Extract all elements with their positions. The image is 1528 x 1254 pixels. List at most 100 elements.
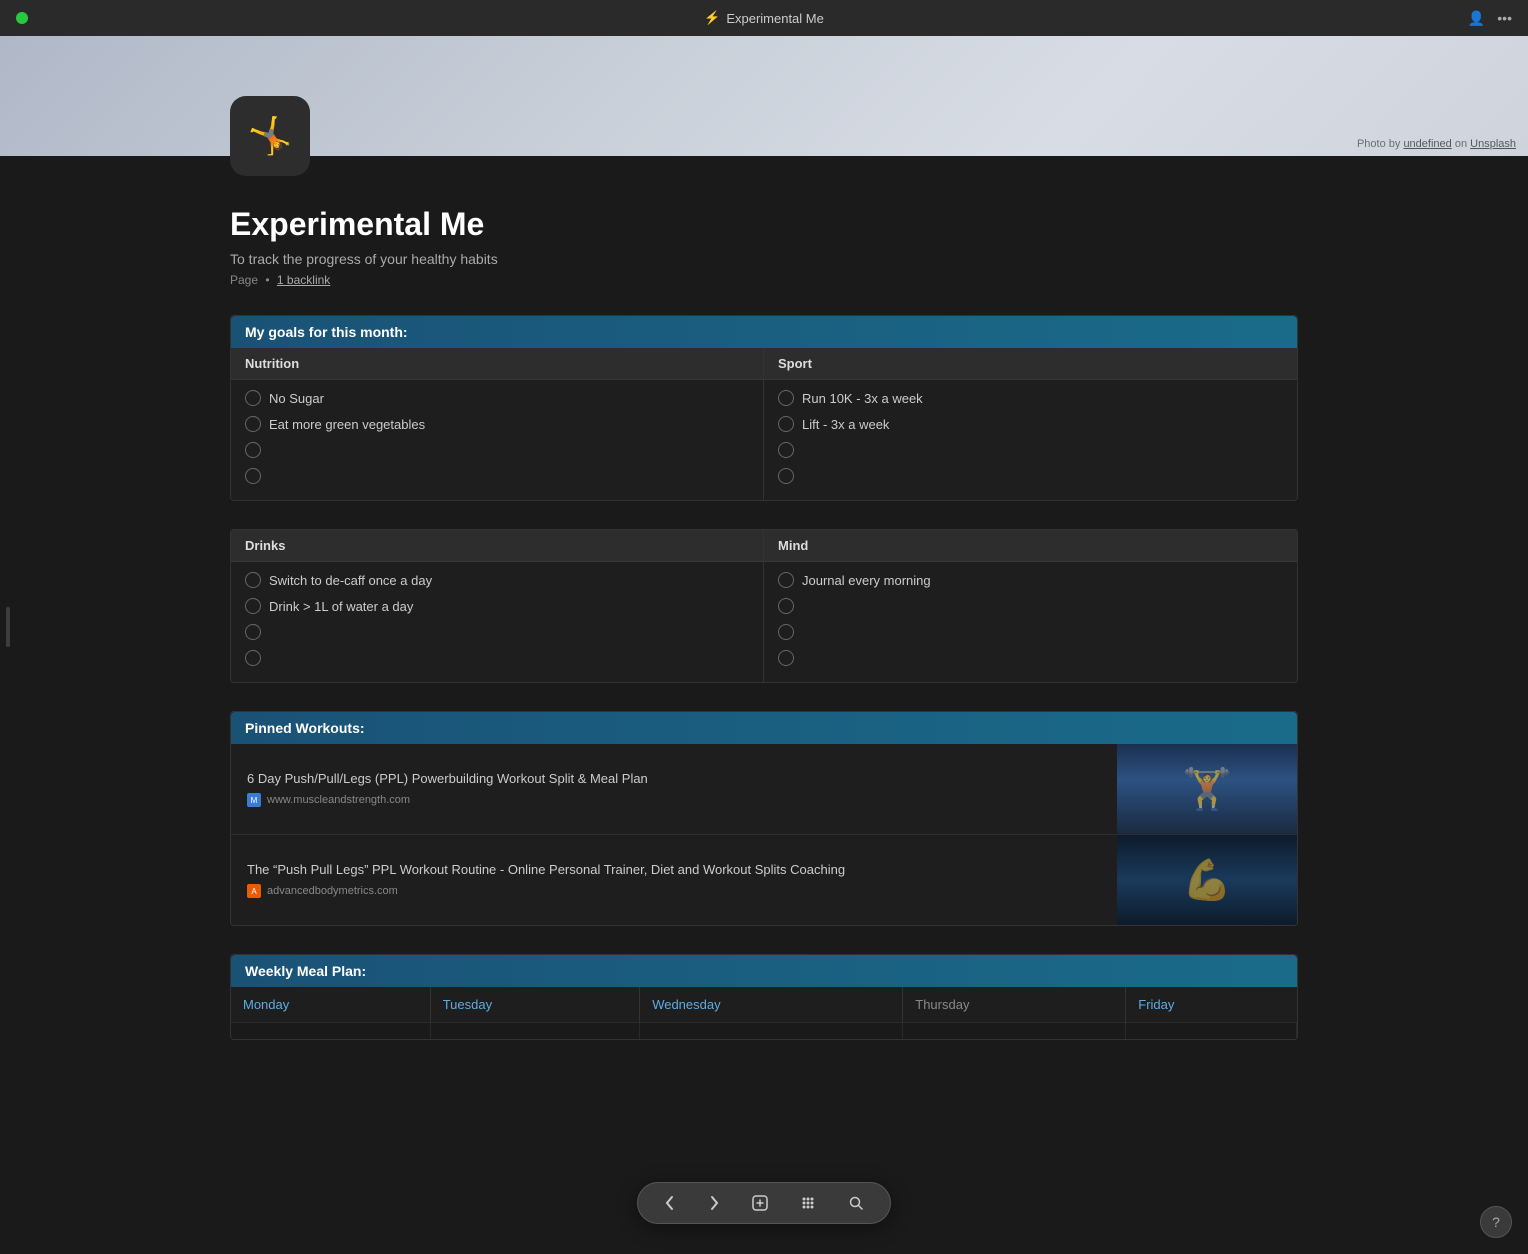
meal-cell[interactable] bbox=[231, 1023, 430, 1040]
list-item: Lift - 3x a week bbox=[778, 416, 1283, 432]
goals-section-2: Drinks Switch to de-caff once a day Drin… bbox=[230, 529, 1298, 683]
goal-checkbox[interactable] bbox=[245, 650, 261, 666]
add-button[interactable] bbox=[746, 1191, 774, 1215]
page-title: Experimental Me bbox=[230, 206, 1298, 243]
workout-info-1: 6 Day Push/Pull/Legs (PPL) Powerbuilding… bbox=[231, 744, 1117, 834]
goal-checkbox[interactable] bbox=[778, 442, 794, 458]
th-tuesday: Tuesday bbox=[430, 987, 639, 1023]
page-meta: Page • 1 backlink bbox=[230, 273, 1298, 287]
th-monday: Monday bbox=[231, 987, 430, 1023]
goal-checkbox[interactable] bbox=[245, 572, 261, 588]
workout-title-2: The “Push Pull Legs” PPL Workout Routine… bbox=[247, 862, 1101, 879]
workout-image-1 bbox=[1117, 744, 1297, 834]
workout-favicon-2: A bbox=[247, 884, 261, 898]
list-item bbox=[778, 468, 1283, 484]
goal-checkbox[interactable] bbox=[778, 624, 794, 640]
titlebar-icon: ⚡ bbox=[704, 10, 720, 26]
person-icon[interactable]: 👤 bbox=[1468, 10, 1485, 27]
pinned-workouts-section: Pinned Workouts: 6 Day Push/Pull/Legs (P… bbox=[230, 711, 1298, 926]
list-item: Journal every morning bbox=[778, 572, 1283, 588]
pinned-workouts-header: Pinned Workouts: bbox=[231, 712, 1297, 744]
goals-grid-2: Drinks Switch to de-caff once a day Drin… bbox=[231, 530, 1297, 682]
hero-banner: 🤸 Photo by undefined on Unsplash bbox=[0, 36, 1528, 156]
grid-button[interactable] bbox=[794, 1191, 822, 1215]
th-wednesday: Wednesday bbox=[640, 987, 903, 1023]
workout-favicon-1: M bbox=[247, 793, 261, 807]
titlebar-center: ⚡ Experimental Me bbox=[704, 10, 824, 26]
mind-header: Mind bbox=[764, 530, 1297, 562]
drinks-header: Drinks bbox=[231, 530, 763, 562]
sport-header: Sport bbox=[764, 348, 1297, 380]
list-item: Run 10K - 3x a week bbox=[778, 390, 1283, 406]
forward-button[interactable] bbox=[702, 1191, 726, 1215]
list-item bbox=[778, 624, 1283, 640]
meal-cell[interactable] bbox=[640, 1023, 903, 1040]
workout-card-2[interactable]: The “Push Pull Legs” PPL Workout Routine… bbox=[231, 835, 1297, 925]
workout-image-2 bbox=[1117, 835, 1297, 925]
goal-text: Lift - 3x a week bbox=[802, 417, 1283, 432]
meal-cell[interactable] bbox=[903, 1023, 1126, 1040]
titlebar-right: 👤 ••• bbox=[1468, 10, 1512, 27]
meal-table: Monday Tuesday Wednesday Thursday Friday bbox=[231, 987, 1297, 1039]
meal-plan-header: Weekly Meal Plan: bbox=[231, 955, 1297, 987]
workout-url-1: M www.muscleandstrength.com bbox=[247, 793, 1101, 807]
list-item bbox=[245, 468, 749, 484]
search-button[interactable] bbox=[842, 1191, 870, 1215]
list-item bbox=[245, 624, 749, 640]
hero-photo-credit: Photo by undefined on Unsplash bbox=[1357, 138, 1516, 150]
meal-table-header-row: Monday Tuesday Wednesday Thursday Friday bbox=[231, 987, 1297, 1023]
meta-separator: • bbox=[265, 273, 269, 287]
photo-credit-link[interactable]: undefined bbox=[1403, 138, 1451, 150]
meal-cell[interactable] bbox=[1126, 1023, 1297, 1040]
goal-text: Eat more green vegetables bbox=[269, 417, 749, 432]
goal-checkbox[interactable] bbox=[778, 390, 794, 406]
goal-text: Switch to de-caff once a day bbox=[269, 573, 749, 588]
bottom-toolbar bbox=[637, 1182, 891, 1224]
goals-section-1: My goals for this month: Nutrition No Su… bbox=[230, 315, 1298, 501]
main-content: Experimental Me To track the progress of… bbox=[0, 206, 1528, 1040]
app-icon-figure: 🤸 bbox=[248, 115, 293, 157]
goal-checkbox[interactable] bbox=[778, 468, 794, 484]
meta-backlinks[interactable]: 1 backlink bbox=[277, 273, 330, 287]
goal-checkbox[interactable] bbox=[245, 598, 261, 614]
list-item bbox=[778, 650, 1283, 666]
meta-type: Page bbox=[230, 273, 258, 287]
page-subtitle: To track the progress of your healthy ha… bbox=[230, 251, 1298, 267]
goal-checkbox[interactable] bbox=[245, 390, 261, 406]
workout-url-2: A advancedbodymetrics.com bbox=[247, 884, 1101, 898]
list-item bbox=[245, 442, 749, 458]
list-item: Switch to de-caff once a day bbox=[245, 572, 749, 588]
nutrition-column: Nutrition No Sugar Eat more green vegeta… bbox=[231, 348, 764, 500]
workout-info-2: The “Push Pull Legs” PPL Workout Routine… bbox=[231, 835, 1117, 925]
help-button[interactable]: ? bbox=[1480, 1206, 1512, 1238]
app-icon: 🤸 bbox=[230, 96, 310, 176]
titlebar-title: Experimental Me bbox=[726, 11, 824, 26]
th-thursday: Thursday bbox=[903, 987, 1126, 1023]
drinks-body: Switch to de-caff once a day Drink > 1L … bbox=[231, 562, 763, 682]
back-button[interactable] bbox=[658, 1191, 682, 1215]
titlebar: ⚡ Experimental Me 👤 ••• bbox=[0, 0, 1528, 36]
goal-checkbox[interactable] bbox=[778, 650, 794, 666]
list-item: No Sugar bbox=[245, 390, 749, 406]
goal-text: Journal every morning bbox=[802, 573, 1283, 588]
meal-cell[interactable] bbox=[430, 1023, 639, 1040]
mind-column: Mind Journal every morning bbox=[764, 530, 1297, 682]
goal-checkbox[interactable] bbox=[245, 416, 261, 432]
goal-checkbox[interactable] bbox=[778, 416, 794, 432]
nutrition-header: Nutrition bbox=[231, 348, 763, 380]
list-item: Drink > 1L of water a day bbox=[245, 598, 749, 614]
goal-checkbox[interactable] bbox=[245, 624, 261, 640]
table-row bbox=[231, 1023, 1297, 1040]
goal-text: Drink > 1L of water a day bbox=[269, 599, 749, 614]
goal-checkbox[interactable] bbox=[245, 468, 261, 484]
workout-title-1: 6 Day Push/Pull/Legs (PPL) Powerbuilding… bbox=[247, 771, 1101, 788]
list-item: Eat more green vegetables bbox=[245, 416, 749, 432]
goal-checkbox[interactable] bbox=[778, 598, 794, 614]
goal-checkbox[interactable] bbox=[245, 442, 261, 458]
unsplash-link[interactable]: Unsplash bbox=[1470, 138, 1516, 150]
sidebar-scrollbar bbox=[6, 607, 10, 647]
goal-checkbox[interactable] bbox=[778, 572, 794, 588]
more-icon[interactable]: ••• bbox=[1497, 10, 1512, 26]
list-item bbox=[245, 650, 749, 666]
workout-card-1[interactable]: 6 Day Push/Pull/Legs (PPL) Powerbuilding… bbox=[231, 744, 1297, 835]
